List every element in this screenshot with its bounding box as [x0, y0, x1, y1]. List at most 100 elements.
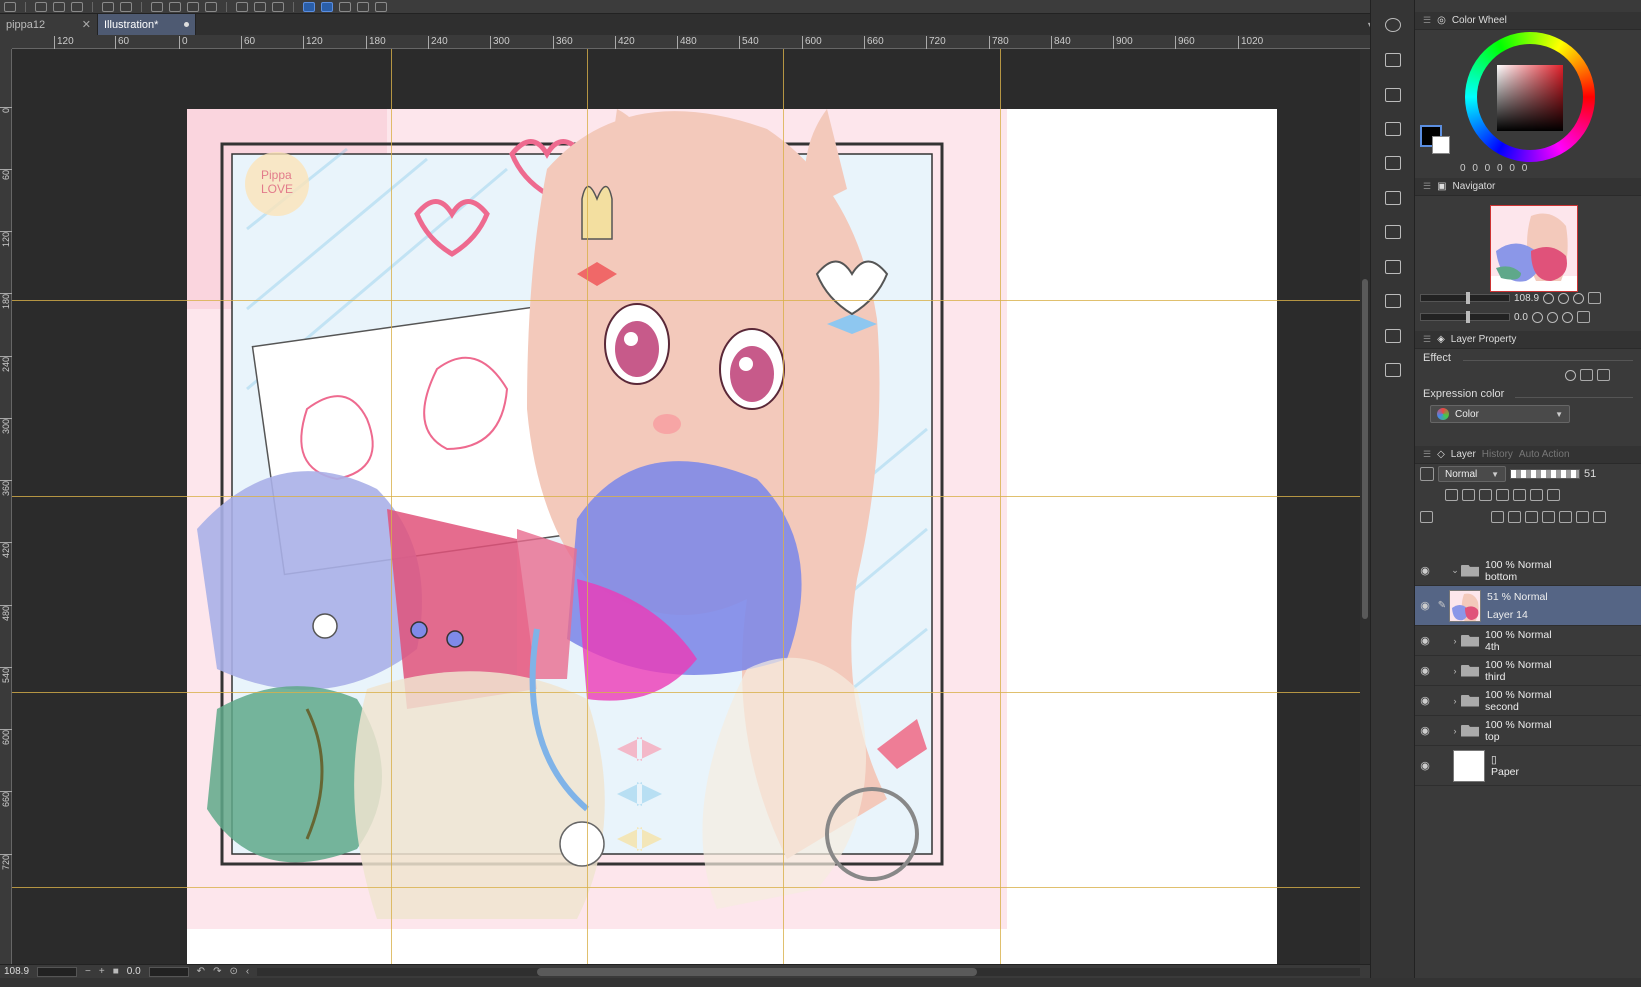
sub-view-icon[interactable]	[1381, 84, 1405, 106]
menu-grip-icon[interactable]: ☰	[1423, 449, 1431, 460]
save-icon[interactable]	[71, 1, 83, 12]
layer-row-4th[interactable]: ◉ › 100 % Normal 4th	[1415, 626, 1641, 656]
canvas-area[interactable]: Pippa LOVE	[12, 49, 1360, 974]
ruler-icon[interactable]	[1530, 489, 1543, 501]
chevron-right-icon[interactable]: ›	[1449, 636, 1461, 646]
tab-auto-action[interactable]: Auto Action	[1519, 449, 1570, 460]
tablet-icon[interactable]	[357, 1, 369, 12]
tool-property-icon[interactable]	[1381, 256, 1405, 278]
rotate-left-icon[interactable]	[1531, 311, 1543, 323]
zoom-in-icon[interactable]: +	[99, 966, 105, 977]
horizontal-scrollbar[interactable]	[257, 967, 1360, 976]
expression-color-select[interactable]: Color ▼	[1430, 405, 1570, 423]
zoom-slider[interactable]	[1420, 292, 1510, 304]
chevron-right-icon[interactable]: ›	[1449, 666, 1461, 676]
help-icon[interactable]	[375, 1, 387, 12]
guide-line[interactable]	[12, 300, 1360, 301]
layer-search-icon[interactable]	[1381, 221, 1405, 243]
layer-row-paper[interactable]: ◉ ▯ Paper	[1415, 746, 1641, 786]
chevron-right-icon[interactable]: ›	[1449, 726, 1461, 736]
slider-knob[interactable]	[1466, 311, 1470, 323]
flip-icon[interactable]: ‹	[246, 966, 249, 977]
guide-line[interactable]	[1000, 49, 1001, 974]
new-vector-layer-icon[interactable]	[1508, 511, 1521, 523]
fit-screen-icon[interactable]	[1573, 292, 1585, 304]
reference-icon[interactable]	[1462, 489, 1475, 501]
clear-icon[interactable]	[169, 1, 181, 12]
scroll-thumb[interactable]	[1362, 279, 1368, 619]
zoom-slider[interactable]	[37, 966, 78, 977]
close-panel-icon[interactable]	[1381, 49, 1405, 71]
fill-icon[interactable]	[187, 1, 199, 12]
tab-history[interactable]: History	[1482, 449, 1513, 460]
lock-icon[interactable]	[1479, 489, 1492, 501]
rotate-right-icon[interactable]: ↷	[213, 966, 221, 977]
eye-icon[interactable]: ◉	[1415, 724, 1435, 737]
new-raster-layer-icon[interactable]	[1491, 511, 1504, 523]
layer-row-top[interactable]: ◉ › 100 % Normal top	[1415, 716, 1641, 746]
color-set-icon[interactable]	[1381, 152, 1405, 174]
unsaved-dot-icon[interactable]	[184, 22, 189, 27]
zoom-out-icon[interactable]	[1543, 292, 1555, 304]
create-mask-icon[interactable]	[1576, 511, 1589, 523]
invert-selection-icon[interactable]	[254, 1, 266, 12]
horizontal-ruler[interactable]: 120 60 0 60 120 180 240 300 360 420 480 …	[12, 35, 1370, 49]
new-folder-icon[interactable]	[1525, 511, 1538, 523]
guide-line[interactable]	[12, 887, 1360, 888]
vertical-ruler[interactable]: 0 60 120 180 240 300 360 420 480 540 600…	[0, 49, 12, 974]
chevron-right-icon[interactable]: ›	[1449, 696, 1461, 706]
blend-mode-select[interactable]: Normal ▼	[1438, 466, 1506, 482]
rotation-slider[interactable]	[148, 966, 189, 977]
vertical-scrollbar[interactable]	[1360, 49, 1370, 974]
layer-property-header[interactable]: ☰ ◈ Layer Property	[1415, 331, 1641, 349]
undo-icon[interactable]	[102, 1, 114, 12]
opacity-slider[interactable]	[1510, 469, 1580, 479]
actual-size-icon[interactable]	[1588, 292, 1602, 304]
tone-effect-icon[interactable]	[1580, 369, 1593, 381]
redo-icon[interactable]	[120, 1, 132, 12]
flip-horizontal-icon[interactable]	[1576, 311, 1590, 323]
eye-icon[interactable]: ◉	[1415, 634, 1435, 647]
layer-panel-header[interactable]: ☰ ◇ Layer History Auto Action	[1415, 446, 1641, 464]
layer-row-third[interactable]: ◉ › 100 % Normal third	[1415, 656, 1641, 686]
reset-rotation-icon[interactable]	[1561, 311, 1573, 323]
layer-menu-icon[interactable]	[1420, 511, 1433, 523]
deselect-icon[interactable]	[236, 1, 248, 12]
navigator-angle-value[interactable]: 0.0	[1514, 312, 1528, 323]
scroll-thumb[interactable]	[537, 967, 978, 976]
show-selection-icon[interactable]	[272, 1, 284, 12]
menu-grip-icon[interactable]: ☰	[1423, 334, 1431, 345]
rotate-left-icon[interactable]: ↶	[197, 966, 205, 977]
layer-mask-toggle[interactable]	[1420, 467, 1434, 481]
share-icon[interactable]	[1381, 359, 1405, 381]
fit-icon[interactable]: ■	[113, 966, 119, 977]
pen-icon[interactable]: ✎	[1435, 600, 1449, 611]
loading-icon[interactable]	[151, 1, 163, 12]
delete-layer-icon[interactable]	[1593, 511, 1606, 523]
layer-row-layer-14[interactable]: ◉ ✎ 51 % Normal Layer 14	[1415, 586, 1641, 626]
close-icon[interactable]: ✕	[82, 18, 91, 31]
guide-line[interactable]	[783, 49, 784, 974]
tab-pippa12[interactable]: pippa12 ✕	[0, 14, 98, 35]
layer-color-icon[interactable]	[1597, 369, 1610, 381]
new-file-icon[interactable]	[35, 1, 47, 12]
brush-size-icon[interactable]	[1381, 290, 1405, 312]
tab-illustration[interactable]: Illustration*	[98, 14, 196, 35]
lock-transparent-icon[interactable]	[1496, 489, 1509, 501]
menu-grip-icon[interactable]: ☰	[1423, 181, 1431, 192]
camera-icon[interactable]	[1381, 325, 1405, 347]
zoom-tool-icon[interactable]	[1381, 14, 1405, 36]
close-panel-icon[interactable]	[1381, 118, 1405, 140]
material-icon[interactable]	[1381, 187, 1405, 209]
eye-icon[interactable]: ◉	[1415, 599, 1435, 612]
guide-line[interactable]	[391, 49, 392, 974]
transform-icon[interactable]	[205, 1, 217, 12]
zoom-out-icon[interactable]: −	[85, 966, 91, 977]
zoom-value[interactable]: 108.9	[4, 966, 29, 977]
eye-icon[interactable]: ◉	[1415, 564, 1435, 577]
navigator-header[interactable]: ☰ ▣ Navigator	[1415, 178, 1641, 196]
palette-color-icon[interactable]	[1547, 489, 1560, 501]
color-wheel-header[interactable]: ☰ ◎ Color Wheel	[1415, 12, 1641, 30]
open-folder-icon[interactable]	[53, 1, 65, 12]
navigator-preview[interactable]	[1490, 205, 1578, 292]
